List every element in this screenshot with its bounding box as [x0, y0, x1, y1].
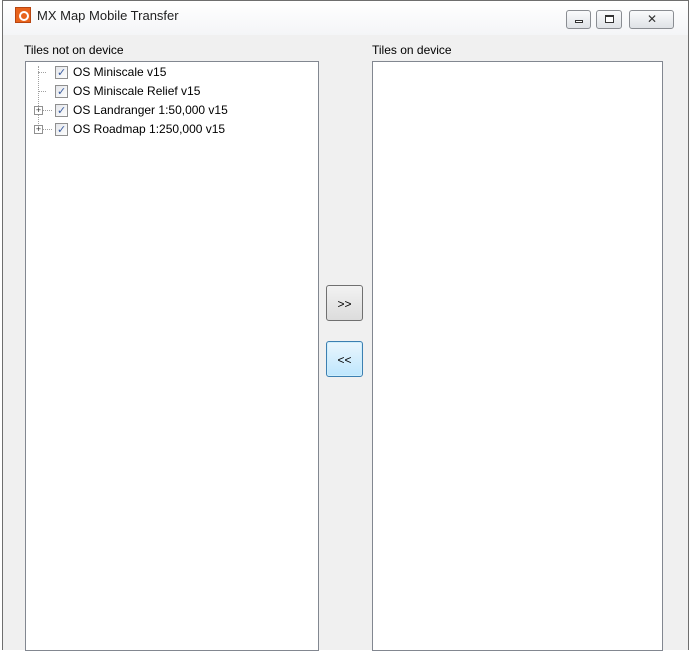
window-title: MX Map Mobile Transfer: [37, 8, 179, 23]
title-bar[interactable]: MX Map Mobile Transfer ✕: [3, 1, 688, 35]
tree-item-label: OS Miniscale Relief v15: [73, 84, 201, 98]
maximize-icon: [605, 15, 614, 23]
tree-item-label: OS Roadmap 1:250,000 v15: [73, 122, 226, 136]
checkbox-os-roadmap[interactable]: [55, 121, 68, 139]
tiles-on-device-list[interactable]: [372, 61, 663, 651]
add-to-device-button[interactable]: >>: [326, 285, 363, 321]
tree-item-os-roadmap[interactable]: + OS Roadmap 1:250,000 v15: [26, 120, 318, 139]
checkbox-os-miniscale[interactable]: [55, 64, 68, 82]
close-button[interactable]: ✕: [629, 10, 674, 29]
close-icon: ✕: [646, 12, 658, 26]
minimize-icon: [575, 20, 583, 23]
tree-item-os-miniscale-relief[interactable]: OS Miniscale Relief v15: [26, 82, 318, 101]
tree-item-os-miniscale[interactable]: OS Miniscale v15: [26, 63, 318, 82]
maximize-button[interactable]: [596, 10, 622, 29]
checkbox-os-miniscale-relief[interactable]: [55, 83, 68, 101]
app-icon[interactable]: [15, 7, 31, 23]
expand-icon[interactable]: +: [34, 125, 43, 134]
tiles-not-on-device-label: Tiles not on device: [24, 43, 124, 57]
remove-from-device-button[interactable]: <<: [326, 341, 363, 377]
tree-item-os-landranger[interactable]: + OS Landranger 1:50,000 v15: [26, 101, 318, 120]
tree-item-label: OS Miniscale v15: [73, 63, 167, 81]
expand-icon[interactable]: +: [34, 106, 43, 115]
minimize-button[interactable]: [566, 10, 591, 29]
tiles-on-device-label: Tiles on device: [372, 43, 452, 57]
tiles-not-on-device-tree[interactable]: OS Miniscale v15 OS Miniscale Relief v15…: [25, 61, 319, 651]
tree-item-label: OS Landranger 1:50,000 v15: [73, 103, 228, 117]
main-window: MX Map Mobile Transfer ✕ Tiles not on de…: [2, 0, 689, 651]
checkbox-os-landranger[interactable]: [55, 102, 68, 120]
